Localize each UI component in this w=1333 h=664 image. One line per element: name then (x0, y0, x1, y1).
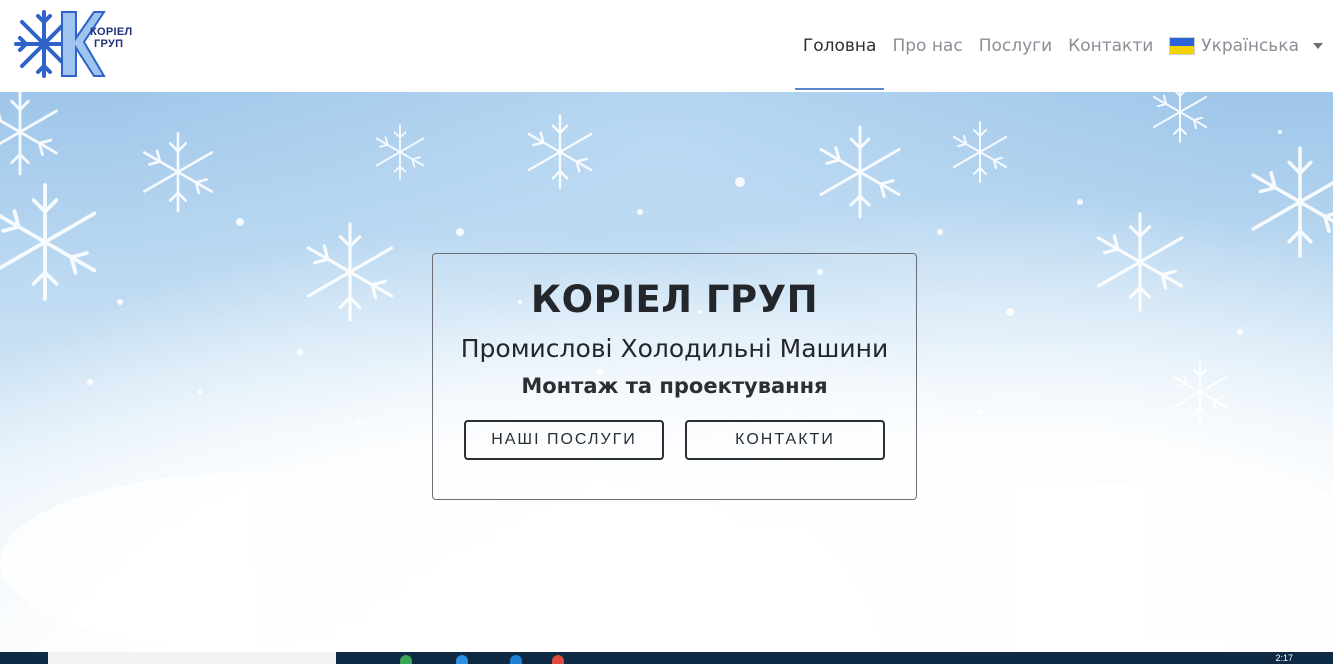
taskbar-app-icon[interactable] (400, 655, 412, 664)
nav-item-contacts[interactable]: Контакти (1060, 24, 1161, 68)
taskbar-app-icon[interactable] (456, 655, 468, 664)
language-label: Українська (1201, 36, 1299, 56)
taskbar-clock: 2:17 (1275, 653, 1293, 663)
hero-subtitle: Промислові Холодильні Машини (460, 334, 889, 363)
nav-item-label: Контакти (1068, 36, 1154, 56)
logo-line-1: КОРІЕЛ (90, 26, 133, 38)
chevron-down-icon (1313, 43, 1323, 49)
nav-item-label: Послуги (978, 36, 1053, 56)
nav-item-about[interactable]: Про нас (884, 24, 970, 68)
os-taskbar: 2:17 (0, 652, 1333, 664)
taskbar-app-icon[interactable] (552, 655, 564, 664)
contacts-button[interactable]: КОНТАКТИ (685, 420, 885, 460)
nav-item-label: Головна (802, 36, 877, 56)
nav-item-services[interactable]: Послуги (971, 24, 1060, 68)
main-menu: Головна Про нас Послуги Контакти Українс… (794, 0, 1333, 92)
nav-item-label: Про нас (892, 36, 963, 56)
logo-text: КОРІЕЛ ГРУП (90, 26, 133, 50)
nav-item-home[interactable]: Головна (794, 24, 885, 90)
our-services-button[interactable]: НАШІ ПОСЛУГИ (464, 420, 664, 460)
hero-banner: КОРІЕЛ ГРУП Промислові Холодильні Машини… (0, 92, 1333, 652)
language-dropdown[interactable]: Українська (1161, 24, 1333, 68)
top-navbar: КОРІЕЛ ГРУП Головна Про нас Послуги Конт… (0, 0, 1333, 92)
logo-line-2: ГРУП (94, 38, 124, 50)
hero-tagline: Монтаж та проектування (521, 374, 828, 398)
taskbar-search-box[interactable] (48, 652, 336, 664)
taskbar-app-icon[interactable] (510, 655, 522, 664)
ukraine-flag-icon (1169, 37, 1196, 55)
hero-title: КОРІЕЛ ГРУП (530, 278, 819, 321)
company-logo[interactable]: КОРІЕЛ ГРУП (12, 8, 136, 80)
hero-card: КОРІЕЛ ГРУП Промислові Холодильні Машини… (432, 253, 917, 500)
